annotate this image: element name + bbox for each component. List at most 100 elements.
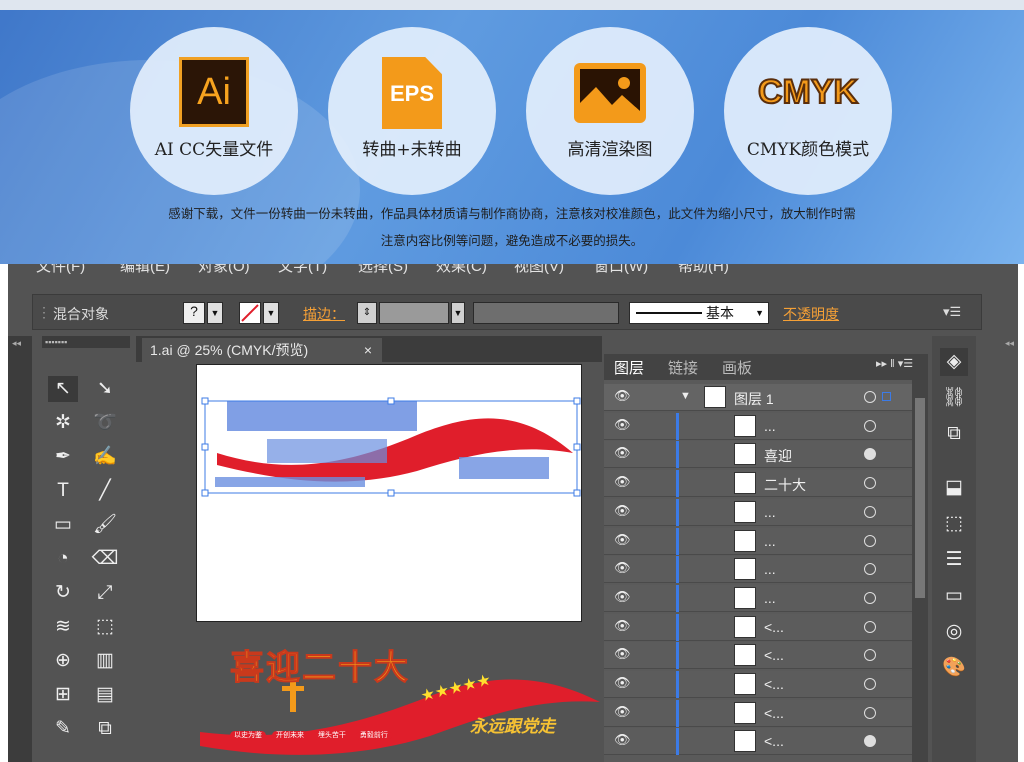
layer-row[interactable]: 👁 <... (604, 613, 912, 641)
lasso-tool-icon[interactable]: ➰ (90, 410, 120, 436)
color-palette-icon[interactable]: 🎨 (940, 654, 968, 682)
visibility-eye-icon[interactable]: 👁 (614, 704, 631, 720)
target-circle-icon[interactable] (864, 591, 876, 604)
layer-name[interactable]: <... (764, 705, 784, 721)
transform-panel-icon[interactable]: ⬓ (940, 474, 968, 502)
layer-row-top[interactable]: 👁 ▼ 图层 1 (604, 384, 912, 411)
artboard[interactable] (196, 364, 582, 622)
layer-name[interactable]: 喜迎 (764, 446, 792, 466)
layer-row[interactable]: 👁 <... (604, 642, 912, 670)
visibility-eye-icon[interactable]: 👁 (614, 618, 631, 634)
visibility-eye-icon[interactable]: 👁 (614, 445, 631, 461)
magic-wand-tool-icon[interactable]: ✲ (48, 410, 78, 436)
type-tool-icon[interactable]: T (48, 478, 78, 504)
visibility-eye-icon[interactable]: 👁 (614, 532, 631, 548)
graph-tool-icon[interactable]: ▥ (90, 648, 120, 674)
layer-row[interactable]: 👁... (604, 527, 912, 555)
selection-tool-icon[interactable]: ↖ (48, 376, 78, 402)
close-icon[interactable]: × (364, 338, 372, 362)
menu-window[interactable]: 窗口(W) (594, 264, 648, 276)
rotate-tool-icon[interactable]: ↻ (48, 580, 78, 606)
menu-select[interactable]: 选择(S) (358, 264, 408, 276)
visibility-eye-icon[interactable]: 👁 (614, 560, 631, 576)
gradient-tool-icon[interactable]: ▤ (90, 682, 120, 708)
eraser-tool-icon[interactable]: ⌫ (90, 546, 120, 572)
visibility-eye-icon[interactable]: 👁 (614, 388, 631, 404)
blend-tool-icon[interactable]: ⧉ (90, 716, 120, 742)
layer-row[interactable]: 👁... (604, 412, 912, 440)
menu-effect[interactable]: 效果(C) (436, 264, 487, 276)
target-circle-icon[interactable] (864, 448, 876, 461)
fill-swatch[interactable]: ? (183, 302, 205, 324)
stroke-weight-stepper[interactable]: ⇕ (357, 302, 377, 324)
tab-artboards[interactable]: 画板 (722, 357, 752, 378)
layer-row[interactable]: 👁... (604, 498, 912, 526)
menu-view[interactable]: 视图(V) (514, 264, 564, 276)
menu-file[interactable]: 文件(F) (36, 264, 85, 276)
layer-row[interactable]: 👁 <... (604, 671, 912, 698)
tab-links[interactable]: 链接 (668, 357, 698, 378)
target-circle-icon[interactable] (864, 477, 876, 490)
opacity-label[interactable]: 不透明度 (783, 304, 839, 324)
document-tab[interactable]: 1.ai @ 25% (CMYK/预览) × (142, 338, 382, 362)
layer-row[interactable]: 👁... (604, 584, 912, 612)
layer-name[interactable]: <... (764, 647, 784, 663)
target-circle-icon[interactable] (864, 706, 876, 719)
target-circle-icon[interactable] (864, 649, 876, 662)
visibility-eye-icon[interactable]: 👁 (614, 503, 631, 519)
links-panel-icon[interactable]: ⛓ (940, 384, 968, 412)
layer-row[interactable]: 👁 喜迎 (604, 441, 912, 469)
scale-tool-icon[interactable]: ⤢ (90, 580, 120, 606)
visibility-eye-icon[interactable]: 👁 (614, 474, 631, 490)
target-circle-icon[interactable] (864, 735, 876, 748)
layer-name[interactable]: ... (764, 418, 776, 434)
stroke-weight-dropdown[interactable]: ▼ (451, 302, 465, 324)
layer-name[interactable]: <... (764, 676, 784, 692)
layers-scrollbar[interactable] (912, 380, 928, 762)
pen-tool-icon[interactable]: ✒ (48, 444, 78, 470)
visibility-eye-icon[interactable]: 👁 (614, 732, 631, 748)
paintbrush-tool-icon[interactable]: 🖌 (90, 512, 120, 538)
layers-panel-icon[interactable]: ◈ (940, 348, 968, 376)
menu-object[interactable]: 对象(O) (198, 264, 250, 276)
shaper-tool-icon[interactable]: ◔ (48, 546, 78, 572)
shape-builder-tool-icon[interactable]: ⊕ (48, 648, 78, 674)
target-circle-icon[interactable] (864, 563, 876, 576)
layer-name[interactable]: <... (764, 619, 784, 635)
align-panel-icon[interactable]: ⬚ (940, 510, 968, 538)
tab-layers[interactable]: 图层 (614, 357, 644, 378)
target-circle-icon[interactable] (864, 505, 876, 518)
layer-row[interactable]: 👁... (604, 556, 912, 584)
target-circle-icon[interactable] (864, 678, 876, 690)
menu-type[interactable]: 文字(T) (278, 264, 327, 276)
collapse-arrows-icon[interactable]: ◂◂ (12, 338, 21, 349)
expand-triangle-icon[interactable]: ▼ (680, 390, 691, 402)
layer-row[interactable]: 👁 二十大 (604, 470, 912, 498)
eyedropper-tool-icon[interactable]: ✎ (48, 716, 78, 742)
visibility-eye-icon[interactable]: 👁 (614, 589, 631, 605)
layer-name[interactable]: ... (764, 561, 776, 577)
rectangle-tool-icon[interactable]: ▭ (48, 512, 78, 538)
mesh-tool-icon[interactable]: ⊞ (48, 682, 78, 708)
brush-style-select[interactable]: 基本 ▼ (629, 302, 769, 324)
target-circle-icon[interactable] (864, 419, 876, 432)
free-transform-tool-icon[interactable]: ⬚ (90, 614, 120, 640)
collapse-arrows-icon[interactable]: ◂◂ (1005, 338, 1014, 349)
stroke-swatch[interactable] (239, 302, 261, 324)
canvas-area[interactable]: 喜迎二十大 ★★★★★ 永远跟党走 以史为鉴 开创未来 埋头苦干 勇毅前行 (136, 362, 602, 762)
curvature-tool-icon[interactable]: ✍ (90, 444, 120, 470)
panel-menu-icon[interactable]: ▸▸ ‖ ▾☰ (876, 357, 913, 370)
layer-name[interactable]: <... (764, 733, 784, 749)
layer-row[interactable]: 👁 <... (604, 699, 912, 727)
menu-help[interactable]: 帮助(H) (678, 264, 729, 276)
selection-indicator-icon[interactable] (882, 392, 891, 401)
layer-name[interactable]: ... (764, 590, 776, 606)
transparency-panel-icon[interactable]: ◎ (940, 618, 968, 646)
stroke-label[interactable]: 描边： (303, 304, 345, 324)
layer-name[interactable]: 图层 1 (734, 389, 774, 409)
target-circle-icon[interactable] (864, 391, 876, 403)
pathfinder-panel-icon[interactable]: ☰ (940, 546, 968, 574)
visibility-eye-icon[interactable]: 👁 (614, 417, 631, 433)
fill-dropdown[interactable]: ▼ (207, 302, 223, 324)
line-tool-icon[interactable]: ╱ (90, 478, 120, 504)
